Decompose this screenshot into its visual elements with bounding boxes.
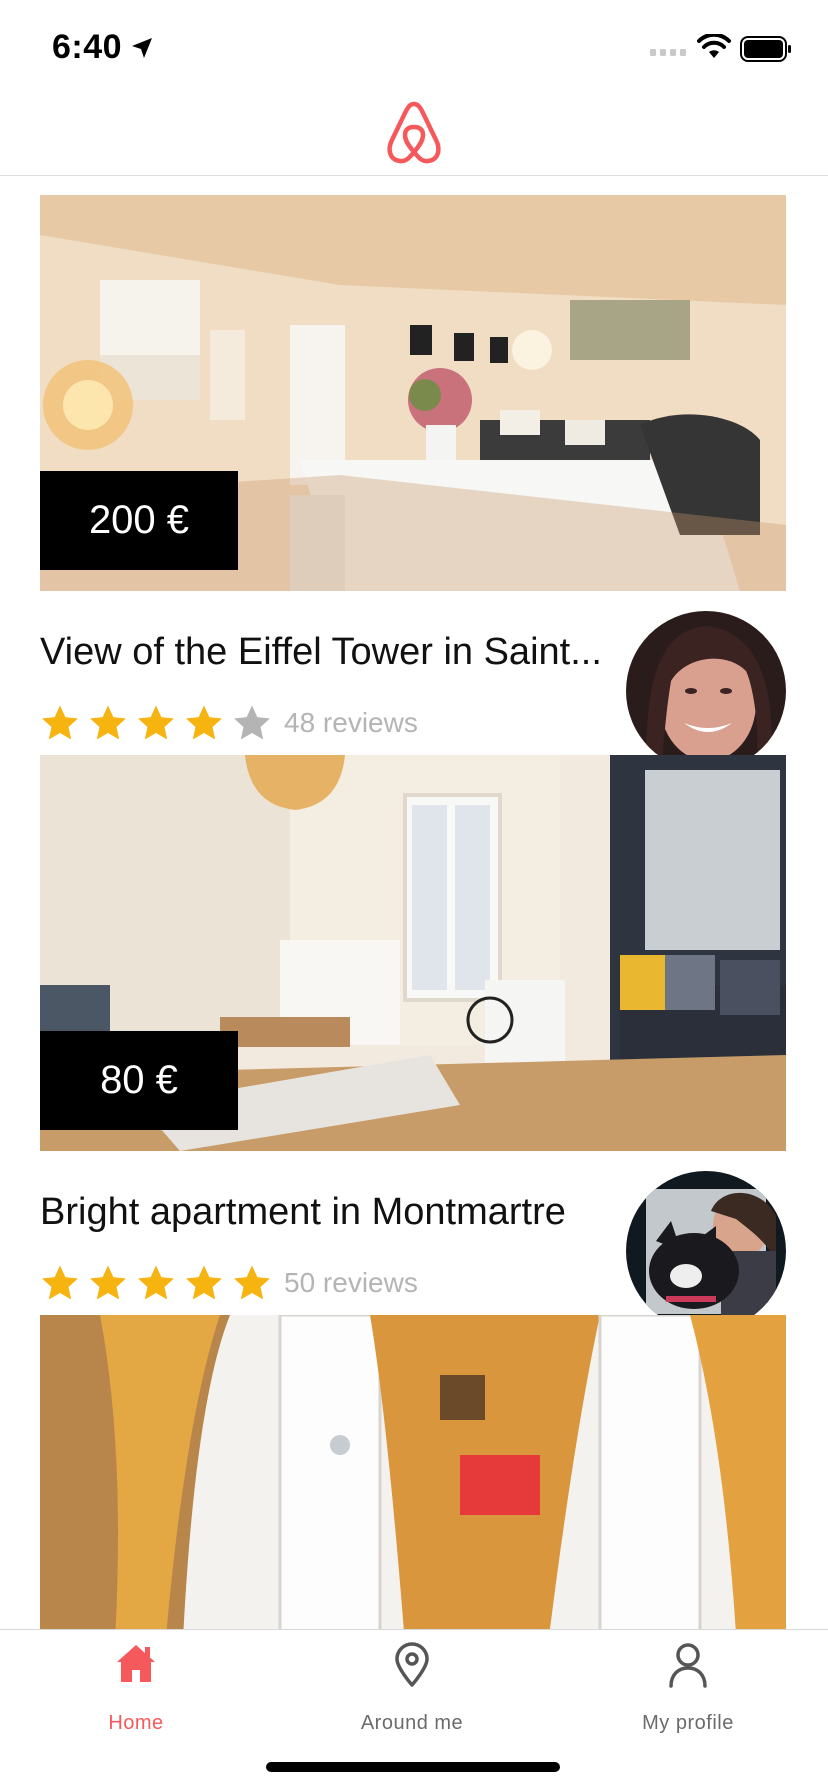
tab-label: Home [108, 1712, 164, 1734]
listing-photo[interactable]: 200 € [40, 195, 786, 591]
star-icon [138, 1265, 174, 1300]
listing-photo[interactable]: 80 € [40, 755, 786, 1151]
listing-feed[interactable]: 200 € View of the Eiffel Tower in Saint.… [0, 177, 828, 1629]
user-icon [669, 1643, 707, 1688]
tab-label: My profile [642, 1712, 734, 1734]
cellular-signal-icon [650, 49, 686, 56]
status-time: 6:40 [52, 28, 123, 66]
review-count: 48 reviews [284, 707, 418, 738]
host-avatar[interactable] [626, 1171, 786, 1331]
battery-icon [740, 36, 791, 62]
wifi-icon [697, 34, 731, 58]
tab-label: Around me [360, 1712, 464, 1734]
star-icon [234, 1265, 270, 1300]
tab-my-profile[interactable]: My profile [588, 1630, 788, 1760]
star-icon [90, 705, 126, 740]
star-icon [186, 1265, 222, 1300]
airbnb-logo-icon [387, 101, 441, 164]
rating-stars: 50 reviews [40, 1263, 418, 1303]
host-avatar[interactable] [626, 611, 786, 771]
price-tag: 80 € [40, 1031, 238, 1130]
star-icon [138, 705, 174, 740]
star-icon [42, 1265, 78, 1300]
star-icon [186, 705, 222, 740]
star-icon [42, 705, 78, 740]
home-indicator [266, 1762, 560, 1772]
tab-around-me[interactable]: Around me [312, 1630, 512, 1760]
star-icon [90, 1265, 126, 1300]
home-icon [117, 1645, 155, 1682]
star-empty-icon [234, 705, 270, 740]
location-arrow-icon [132, 38, 152, 58]
review-count: 50 reviews [284, 1267, 418, 1298]
status-bar: 6:40 [0, 0, 828, 96]
listing-title[interactable]: Bright apartment in Montmartre [40, 1191, 606, 1234]
listing-photo[interactable] [40, 1315, 786, 1629]
app-header [0, 96, 828, 176]
map-pin-icon [395, 1642, 429, 1687]
price-tag: 200 € [40, 471, 238, 570]
listing-title[interactable]: View of the Eiffel Tower in Saint... [40, 631, 606, 674]
rating-stars: 48 reviews [40, 703, 418, 743]
tab-home[interactable]: Home [36, 1630, 236, 1760]
